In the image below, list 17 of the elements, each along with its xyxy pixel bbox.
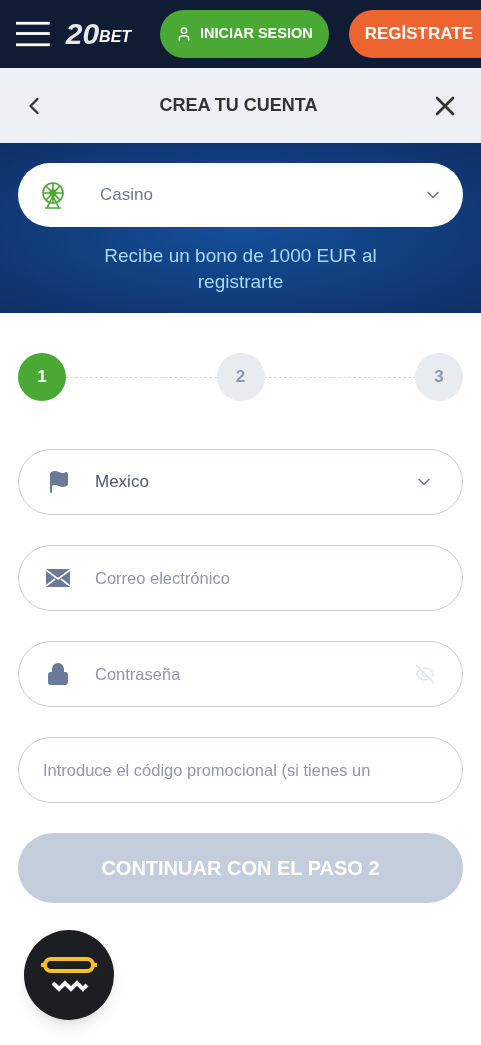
product-select[interactable]: Casino (18, 163, 463, 227)
register-button[interactable]: REGİSTRATE (348, 10, 481, 58)
menu-icon[interactable] (16, 19, 50, 49)
input-field[interactable]: Correo electrónico (18, 545, 463, 611)
input-field[interactable]: Contraseña (18, 641, 463, 707)
envelope-icon (46, 569, 70, 587)
lock-icon (46, 662, 70, 686)
country-select[interactable]: Mexico (18, 449, 463, 515)
step-indicator: 3 (415, 353, 463, 401)
logo[interactable]: 20BET (65, 19, 152, 49)
page-title: CREA TU CUENTA (159, 94, 318, 117)
step-indicator: 2 (216, 353, 265, 401)
login-button[interactable]: INICIAR SESION (159, 10, 329, 58)
flag-icon (47, 470, 71, 494)
step-indicator: 1 (18, 353, 66, 401)
input-field[interactable]: Introduce el código promocional (si tienes un (18, 737, 463, 803)
bonus-text: Recibe un bono de 1000 EUR al registrarte (103, 244, 378, 294)
